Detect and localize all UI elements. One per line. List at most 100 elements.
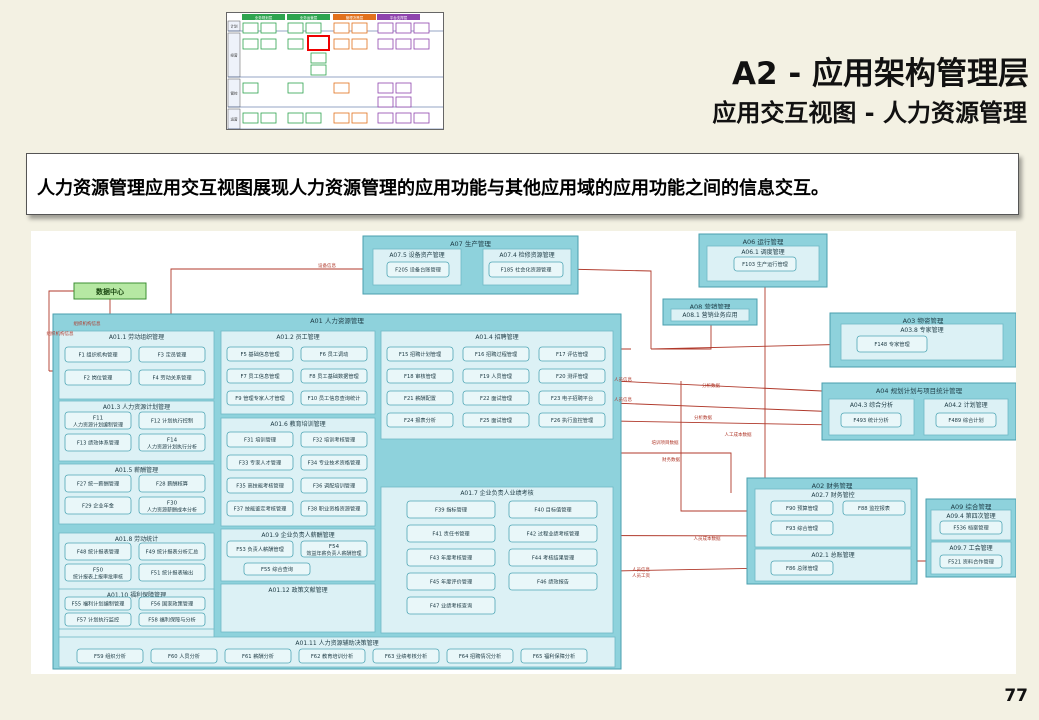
g9-f0-label: F55 福利计划编制管理: [72, 600, 126, 608]
thumb-tile-10: [260, 38, 277, 50]
flow-label-0: 设备信息: [318, 262, 336, 269]
ext-a07-s0-f-label: F205 设备台账管理: [395, 266, 441, 274]
g8-f1-label: 效益年薪负责人薪酬管理: [306, 550, 361, 557]
g11-f4-label: F63 业绩考核分析: [385, 652, 427, 660]
thumb-tile-5: [351, 22, 368, 34]
thumb-row-label-2: 管控: [231, 91, 238, 96]
thumb-tile-31: [351, 112, 368, 124]
ext-a07-title: A07 生产管理: [450, 239, 491, 248]
hr-group-0-title: A01.1 劳动组织管理: [109, 333, 164, 341]
ext-a04-title: A04 规划计划与项目统计管理: [876, 386, 963, 395]
ext-a04-s1-title: A04.2 计划管理: [944, 401, 987, 409]
g2-f7-label: F22 面试管理: [480, 394, 513, 402]
flow-a03: [650, 343, 858, 350]
flow-label-1: 组织机构信息: [47, 330, 74, 337]
g2-f4-label: F19 人员管理: [480, 372, 513, 380]
ext-a04-s0-title: A04.3 综合分析: [850, 401, 893, 409]
ext-a06-s0-f-label: F103 生产运行管理: [742, 260, 788, 268]
ext-a09: A09 综合管理A09.4 第四次管理F536 档案管理A09.7 工会管理F5…: [925, 498, 1016, 578]
flow-a08: [651, 325, 712, 350]
thumb-tile-27: [260, 112, 277, 124]
hr-group-6-title: A01.7 企业负责人业绩考核: [460, 489, 533, 497]
g7-f1-label: F49 统计报表分析汇总: [146, 548, 199, 556]
thumb-tile-19: [242, 82, 259, 94]
g2-f11-label: F26 执行监控管理: [551, 416, 594, 424]
diagram-boxes: 数据中心 A01 人力资源管理 A01.1 劳动组织管理 F1 组织机构管理 F3 定员…: [52, 233, 1016, 670]
hr-group-0-panel: [58, 330, 215, 400]
thumb-tile-16: [413, 38, 430, 50]
ext-a04: A04 规划计划与项目统计管理 A04.3 综合分析 F493 统计分析 A04.2 …: [821, 382, 1016, 441]
g7-f2-code: F50: [93, 568, 104, 574]
flow-label-6: 分析数据: [694, 414, 712, 421]
thumb-tile-22: [377, 82, 394, 94]
g3-f1-label: F12 计划执行控制: [151, 417, 193, 425]
ext-a07: A07 生产管理 A07.5 设备资产管理 F205 设备台账管理 A07.4 检修资…: [362, 235, 579, 295]
flow-label-7: 人工成本数据: [725, 431, 752, 438]
g5-f3-label: 人力资源薪酬成本分析: [147, 507, 197, 514]
thumb-highlight: [307, 35, 330, 51]
g2-f0-label: F15 招聘计划管理: [399, 350, 442, 358]
thumb-tile-11: [287, 38, 304, 50]
g8-f2-label: F55 综合查询: [261, 565, 293, 573]
hr-group-4-title: A01.6 教育培训管理: [270, 420, 325, 428]
g5-f0-label: F27 统一薪酬管理: [77, 480, 120, 488]
hr-group-7-title: A01.8 劳动统计: [115, 535, 158, 543]
thumb-row-label-3: 运营: [231, 117, 238, 122]
g6-f0-label: F39 指标管理: [435, 506, 468, 514]
flow-label-5: 分析数据: [702, 382, 720, 389]
ext-a06-s0-title: A06.1 调度管理: [741, 248, 784, 256]
hr-group-0: A01.1 劳动组织管理 F1 组织机构管理 F3 定员管理 F2 岗位管理 F4 劳动…: [58, 330, 215, 400]
ext-a09-s0-f-label: F536 档案管理: [953, 524, 989, 532]
hr-group-2-title: A01.4 招聘管理: [475, 333, 518, 341]
thumb-tile-33: [395, 112, 412, 124]
g6-f7-label: F46 绩效报告: [537, 578, 569, 586]
g3-f0-code: F11: [93, 416, 103, 422]
g4-f6-label: F37 技能鉴定考核管理: [234, 505, 288, 513]
g2-f10-label: F25 面试管理: [480, 416, 513, 424]
g11-f6-label: F65 福利保障分析: [533, 652, 575, 660]
thumb-column-label-2: 管理决策层: [346, 15, 364, 20]
hr-group-3-title: A01.3 人力资源计划管理: [103, 403, 170, 411]
thumb-tile-8: [413, 22, 430, 34]
g11-f0-label: F59 组织分析: [94, 652, 126, 660]
description-box: 人力资源管理应用交互视图展现人力资源管理的应用功能与其他应用域的应用功能之间的信…: [26, 153, 1019, 215]
ext-a09-s1-f-label: F521 资料合作管理: [948, 558, 994, 566]
g6-f2-label: F41 责任书管理: [432, 530, 470, 538]
flow-label-10: 人员成本数据: [694, 535, 721, 542]
ext-a02: A02 财务管理A02.7 财务管控F90 预算管理 F88 监控报表F93 综合…: [746, 477, 918, 585]
ext-a08-s0-title: A08.1 营销业务应用: [682, 311, 737, 319]
g0-f1-label: F3 定员管理: [158, 351, 187, 359]
hr-group-3: A01.3 人力资源计划管理F11人力资源计划编制管理 F12 计划执行控制 F13…: [58, 400, 215, 462]
thumb-tile-12: [333, 38, 350, 50]
flow-label-11: 人员信息: [632, 566, 650, 573]
g1-f1-label: F6 员工调动: [320, 350, 349, 358]
g11-f5-label: F64 招聘情况分析: [459, 652, 501, 660]
thumb-tile-34: [413, 112, 430, 124]
thumb-tile-2: [287, 22, 304, 34]
g5-f3-code: F30: [167, 501, 178, 507]
g2-f5-label: F20 测评管理: [556, 372, 589, 380]
thumb-tile-14: [377, 38, 394, 50]
g6-f3-label: F42 过程业绩考核管理: [527, 530, 581, 538]
flow-label-8: 培训项目数据: [652, 439, 679, 446]
ext-a02-s1-f-label: F86 总账管理: [786, 564, 819, 572]
g4-f7-label: F38 职业资格资源管理: [308, 505, 362, 513]
g0-f2-label: F2 岗位管理: [84, 374, 113, 382]
data-center-label: 数据中心: [96, 287, 124, 296]
g6-f5-label: F44 考核结果管理: [532, 554, 575, 562]
g3-f3-code: F14: [167, 438, 178, 444]
flow-label-9: 财务数据: [662, 456, 680, 463]
ext-a03: A03 物资管理A03.8 专家管理F148 专家管理: [829, 312, 1016, 368]
thumb-tile-29: [305, 112, 322, 124]
thumb-tile-15: [395, 38, 412, 50]
g8-f0-label: F53 负责人薪酬管理: [236, 545, 284, 553]
thumb-tile-18: [310, 64, 327, 76]
g9-f3-label: F58 福利保障与分析: [148, 616, 196, 624]
g5-f2-label: F29 企业年金: [82, 502, 115, 510]
hr-group-11-title: A01.11 人力资源辅助决策管理: [295, 639, 378, 647]
g0-f3-label: F4 劳动关系管理: [152, 374, 192, 382]
ext-a03-s0-f-label: F148 专家管理: [874, 340, 910, 348]
g1-f0-label: F5 基础信息管理: [240, 350, 280, 358]
ext-a02-s0-f1-label: F88 监控报表: [858, 504, 891, 512]
thumb-tile-7: [395, 22, 412, 34]
